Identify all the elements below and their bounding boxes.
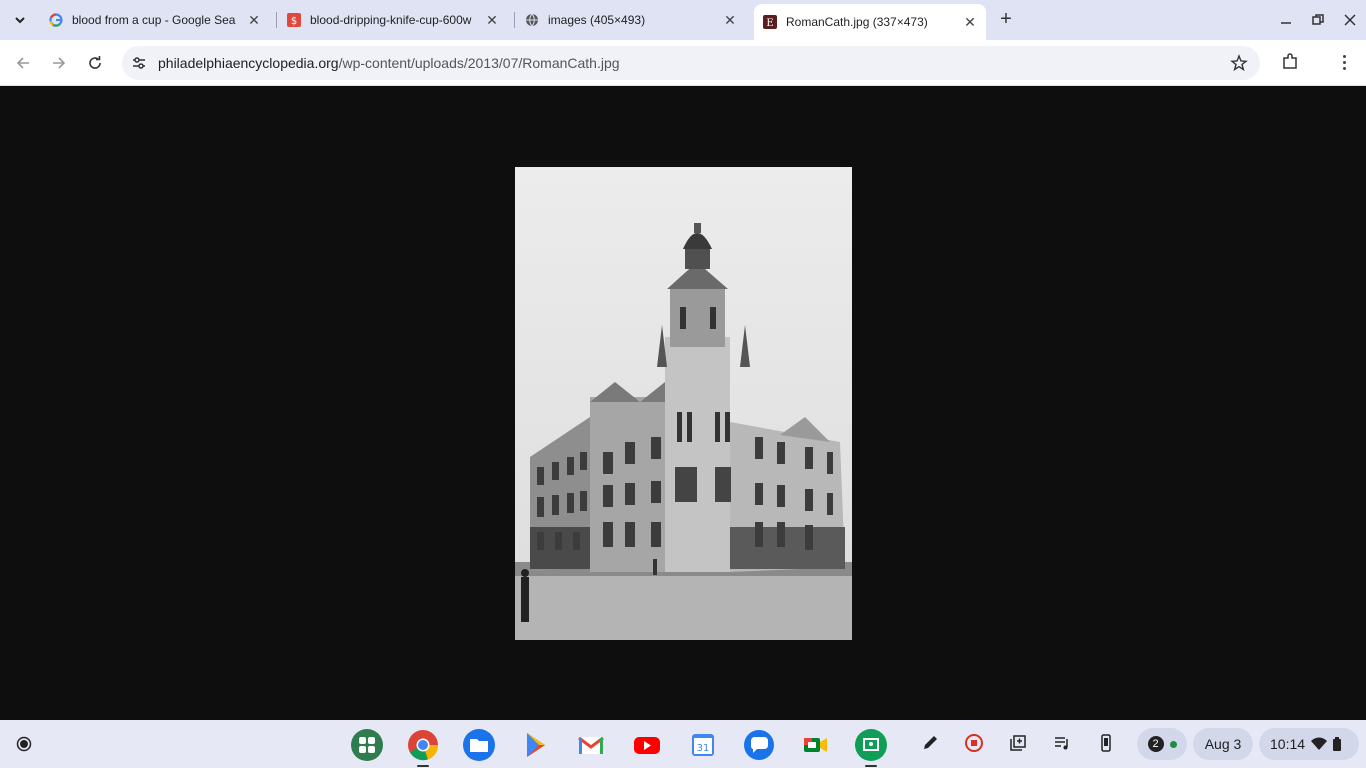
calendar-app[interactable]: 31 (686, 728, 720, 762)
classroom-app[interactable] (854, 728, 888, 767)
extensions-icon[interactable] (1280, 52, 1300, 72)
restore-icon (1312, 14, 1324, 25)
clock-text: 10:14 (1270, 736, 1306, 752)
play-store-app[interactable] (518, 728, 552, 762)
google-icon (48, 12, 64, 28)
browser-toolbar: philadelphiaencyclopedia.org/wp-content/… (0, 40, 1366, 86)
holding-space-icon (1010, 735, 1026, 751)
tab-title: RomanCath.jpg (337×473) (786, 15, 928, 29)
battery-icon (1333, 737, 1342, 751)
screen-record-button[interactable] (961, 730, 987, 756)
back-arrow-icon (16, 57, 29, 69)
forward-button[interactable] (47, 51, 71, 75)
youtube-app[interactable] (630, 728, 664, 762)
tab-title: images (405×493) (548, 13, 646, 27)
tab-separator (276, 12, 277, 28)
gmail-app[interactable] (574, 728, 608, 762)
tab-strip: blood from a cup - Google Sea ✕ $ blood-… (0, 0, 1366, 40)
site-red-icon: $ (286, 12, 302, 28)
video-camera-icon (804, 738, 827, 752)
browser-menu-button[interactable] (1334, 52, 1354, 72)
pen-icon (924, 736, 937, 749)
globe-icon (524, 12, 540, 28)
site-dark-icon: E (762, 14, 778, 30)
status-area[interactable]: 10:14 (1259, 728, 1359, 760)
close-icon[interactable]: ✕ (484, 12, 500, 28)
tab-search-button[interactable] (8, 8, 32, 32)
tab-images[interactable]: images (405×493) ✕ (516, 0, 746, 40)
tab-title: blood from a cup - Google Sea (72, 13, 236, 27)
date-text: Aug 3 (1204, 736, 1242, 752)
play-store-icon (527, 733, 545, 757)
chrome-icon (408, 730, 439, 761)
phone-hub-button[interactable] (1093, 730, 1119, 756)
notification-count: 2 (1147, 736, 1164, 752)
notification-tray[interactable]: 2 (1137, 728, 1187, 760)
minimize-icon (1281, 22, 1291, 24)
svg-text:$: $ (291, 16, 297, 27)
tab-romancath-active[interactable]: E RomanCath.jpg (337×473) ✕ (754, 4, 986, 40)
date-tray[interactable]: Aug 3 (1193, 728, 1253, 760)
holding-space-button[interactable] (1005, 730, 1031, 756)
launcher-button[interactable] (10, 730, 38, 758)
media-controls-button[interactable] (1049, 730, 1075, 756)
tab-title: blood-dripping-knife-cup-600w (310, 13, 472, 27)
url-host: philadelphiaencyclopedia.org (158, 55, 339, 71)
forward-arrow-icon (53, 57, 66, 69)
back-button[interactable] (11, 51, 35, 75)
chevron-down-icon (15, 17, 25, 24)
reload-icon (89, 56, 101, 69)
stylus-tools-button[interactable] (917, 730, 943, 756)
image-viewer (0, 87, 1366, 739)
launcher-icon (16, 736, 32, 752)
close-icon[interactable]: ✕ (722, 12, 738, 28)
reload-button[interactable] (83, 51, 107, 75)
tab-knife-cup[interactable]: $ blood-dripping-knife-cup-600w ✕ (278, 0, 508, 40)
chrome-app[interactable] (406, 728, 440, 767)
files-app[interactable] (462, 728, 496, 762)
svg-text:E: E (766, 18, 773, 29)
url-text: philadelphiaencyclopedia.org/wp-content/… (158, 55, 620, 71)
playlist-music-icon (1055, 737, 1068, 750)
apps-grid-icon (351, 729, 383, 761)
new-tab-button[interactable]: + (996, 9, 1016, 30)
youtube-icon (634, 737, 660, 754)
system-shelf: 31 2 Aug 3 10:14 (0, 720, 1366, 768)
chat-bubble-icon (744, 730, 774, 760)
running-indicator (865, 765, 877, 767)
gmail-icon (578, 736, 604, 754)
status-dot (1169, 740, 1177, 748)
minimize-button[interactable] (1276, 10, 1296, 30)
record-stop-icon (965, 734, 983, 752)
url-path: /wp-content/uploads/2013/07/RomanCath.jp… (338, 55, 620, 71)
site-info-icon[interactable] (130, 54, 148, 72)
app-launcher-grid[interactable] (350, 728, 384, 762)
messages-app[interactable] (742, 728, 776, 762)
tab-google-search[interactable]: blood from a cup - Google Sea ✕ (40, 0, 270, 40)
folder-icon (463, 729, 495, 761)
meet-app[interactable] (798, 728, 832, 762)
close-window-button[interactable] (1340, 10, 1360, 30)
building-image (515, 167, 852, 640)
running-indicator (417, 765, 429, 767)
bookmark-star-icon[interactable] (1230, 54, 1248, 72)
tab-separator (514, 12, 515, 28)
svg-text:31: 31 (697, 743, 710, 754)
classroom-icon (855, 729, 887, 761)
building-photo (515, 167, 852, 640)
phone-icon (1101, 734, 1111, 752)
close-icon[interactable]: ✕ (246, 12, 262, 28)
close-icon (1344, 14, 1356, 26)
wifi-icon (1311, 737, 1328, 750)
close-icon[interactable]: ✕ (962, 14, 978, 30)
address-bar[interactable]: philadelphiaencyclopedia.org/wp-content/… (122, 46, 1260, 80)
restore-button[interactable] (1308, 10, 1328, 30)
calendar-icon: 31 (692, 734, 714, 756)
